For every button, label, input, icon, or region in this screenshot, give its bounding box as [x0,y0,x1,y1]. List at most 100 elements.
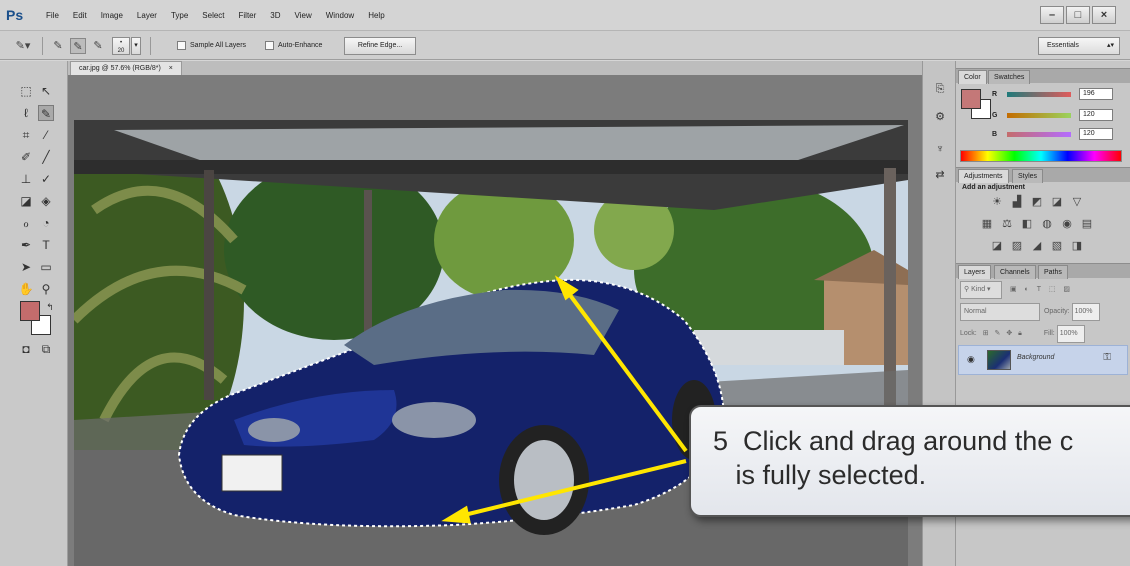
posterize-icon[interactable]: ▨ [1010,239,1024,253]
brush-presets-panel-icon[interactable]: ♆ [932,141,948,157]
filter-adjustment-icon[interactable]: ◐ [1025,286,1029,293]
workspace-switcher[interactable]: Essentials ▴▾ [1038,37,1120,55]
close-button[interactable]: × [1092,6,1116,24]
dodge-tool-icon[interactable]: ◔ [38,215,54,231]
filter-type-icon[interactable]: T [1037,286,1041,293]
filter-shape-icon[interactable]: ⬚ [1049,286,1056,293]
gradient-map-icon[interactable]: ▧ [1050,239,1064,253]
menu-view[interactable]: View [295,11,312,20]
threshold-icon[interactable]: ◢ [1030,239,1044,253]
tab-color[interactable]: Color [958,70,987,84]
hand-tool-icon[interactable]: ✋ [18,281,34,297]
menu-help[interactable]: Help [368,11,384,20]
color-spectrum-ramp[interactable] [960,150,1122,162]
lasso-tool-icon[interactable]: ℓ [18,105,34,121]
refine-edge-button[interactable]: Refine Edge... [344,37,416,55]
history-brush-tool-icon[interactable]: ✓ [38,171,54,187]
eyedropper-tool-icon[interactable]: ⁄ [38,127,54,143]
red-slider[interactable] [1007,92,1071,97]
clone-stamp-tool-icon[interactable]: ⊥ [18,171,34,187]
blue-value-field[interactable]: 120 [1079,128,1113,140]
marquee-tool-icon[interactable]: ⬚ [18,83,34,99]
brightness-contrast-icon[interactable]: ☀ [990,195,1004,209]
character-panel-icon[interactable]: ⇄ [932,167,948,183]
fill-field[interactable]: 100% [1056,325,1085,343]
eraser-tool-icon[interactable]: ◪ [18,193,34,209]
new-selection-icon[interactable]: ✎ [50,38,66,54]
levels-icon[interactable]: ▟ [1010,195,1024,209]
brush-picker-dropdown-icon[interactable]: ▾ [131,37,141,55]
rectangle-tool-icon[interactable]: ▭ [38,259,54,275]
pen-tool-icon[interactable]: ✒ [18,237,34,253]
photo-filter-icon[interactable]: ◍ [1040,217,1054,231]
menu-filter[interactable]: Filter [239,11,257,20]
menu-file[interactable]: File [46,11,59,20]
blend-mode-dropdown[interactable]: Normal [960,303,1040,321]
menu-edit[interactable]: Edit [73,11,87,20]
add-to-selection-icon[interactable]: ✎ [70,38,86,54]
filter-smart-object-icon[interactable]: ▨ [1063,286,1070,293]
vibrance-icon[interactable]: ▽ [1070,195,1084,209]
color-foreground-swatch[interactable] [961,89,981,109]
black-white-icon[interactable]: ◧ [1020,217,1034,231]
layer-row-background[interactable]: ◉ Background ⚿ [958,345,1128,375]
sample-all-layers-checkbox[interactable] [177,41,186,50]
lock-all-icon[interactable]: 🔒︎ [1018,330,1022,337]
subtract-from-selection-icon[interactable]: ✎ [90,38,106,54]
menu-3d[interactable]: 3D [270,11,280,20]
quick-selection-tool-icon[interactable]: ✎ [38,105,54,121]
blur-tool-icon[interactable]: ℴ [18,215,34,231]
exposure-icon[interactable]: ◪ [1050,195,1064,209]
type-tool-icon[interactable]: T [38,237,54,253]
screen-mode-icon[interactable]: ⧉ [38,341,54,357]
zoom-tool-icon[interactable]: ⚲ [38,281,54,297]
curves-icon[interactable]: ◩ [1030,195,1044,209]
move-tool-icon[interactable]: ↖ [38,83,54,99]
tab-swatches[interactable]: Swatches [988,70,1031,84]
history-panel-icon[interactable]: ⎘ [932,81,948,97]
menu-image[interactable]: Image [101,11,123,20]
foreground-color-swatch[interactable] [20,301,40,321]
tab-channels[interactable]: Channels [994,265,1036,279]
visibility-eye-icon[interactable]: ◉ [967,354,975,365]
kind-filter-dropdown[interactable]: ⚲ Kind ▾ [960,281,1002,299]
properties-panel-icon[interactable]: ⚙ [932,109,948,125]
brush-tool-icon[interactable]: ╱ [38,149,54,165]
tab-adjustments[interactable]: Adjustments [958,169,1009,183]
close-tab-icon[interactable]: × [169,65,173,72]
menu-type[interactable]: Type [171,11,188,20]
green-slider[interactable] [1007,113,1071,118]
swap-colors-icon[interactable]: ↰ [42,299,58,315]
menu-layer[interactable]: Layer [137,11,157,20]
hue-saturation-icon[interactable]: ▦ [980,217,994,231]
blue-slider[interactable] [1007,132,1071,137]
minimize-button[interactable]: – [1040,6,1064,24]
menu-select[interactable]: Select [202,11,224,20]
lock-image-icon[interactable]: ✎ [995,330,1001,337]
document-tab[interactable]: car.jpg @ 57.6% (RGB/8*) × [70,61,182,75]
brush-size-picker[interactable]: • 20 [112,37,130,55]
tab-styles[interactable]: Styles [1012,169,1044,183]
quick-selection-preset-icon[interactable]: ✎▾ [10,38,36,54]
paint-bucket-tool-icon[interactable]: ◈ [38,193,54,209]
path-selection-tool-icon[interactable]: ➤ [18,259,34,275]
selective-color-icon[interactable]: ◨ [1070,239,1084,253]
healing-brush-tool-icon[interactable]: ✐ [18,149,34,165]
filter-pixel-icon[interactable]: ▣ [1010,286,1017,293]
invert-icon[interactable]: ◪ [990,239,1004,253]
menu-window[interactable]: Window [326,11,354,20]
color-balance-icon[interactable]: ⚖ [1000,217,1014,231]
auto-enhance-checkbox[interactable] [265,41,274,50]
quick-mask-icon[interactable]: ◘ [18,341,34,357]
lock-transparent-icon[interactable]: ⊞ [983,330,989,337]
opacity-field[interactable]: 100% [1071,303,1100,321]
red-value-field[interactable]: 196 [1079,88,1113,100]
color-lookup-icon[interactable]: ▤ [1080,217,1094,231]
tab-paths[interactable]: Paths [1038,265,1068,279]
crop-tool-icon[interactable]: ⌗ [18,127,34,143]
channel-mixer-icon[interactable]: ◉ [1060,217,1074,231]
green-value-field[interactable]: 120 [1079,109,1113,121]
maximize-button[interactable]: □ [1066,6,1090,24]
lock-position-icon[interactable]: ✥ [1006,330,1012,337]
tab-layers[interactable]: Layers [958,265,992,279]
